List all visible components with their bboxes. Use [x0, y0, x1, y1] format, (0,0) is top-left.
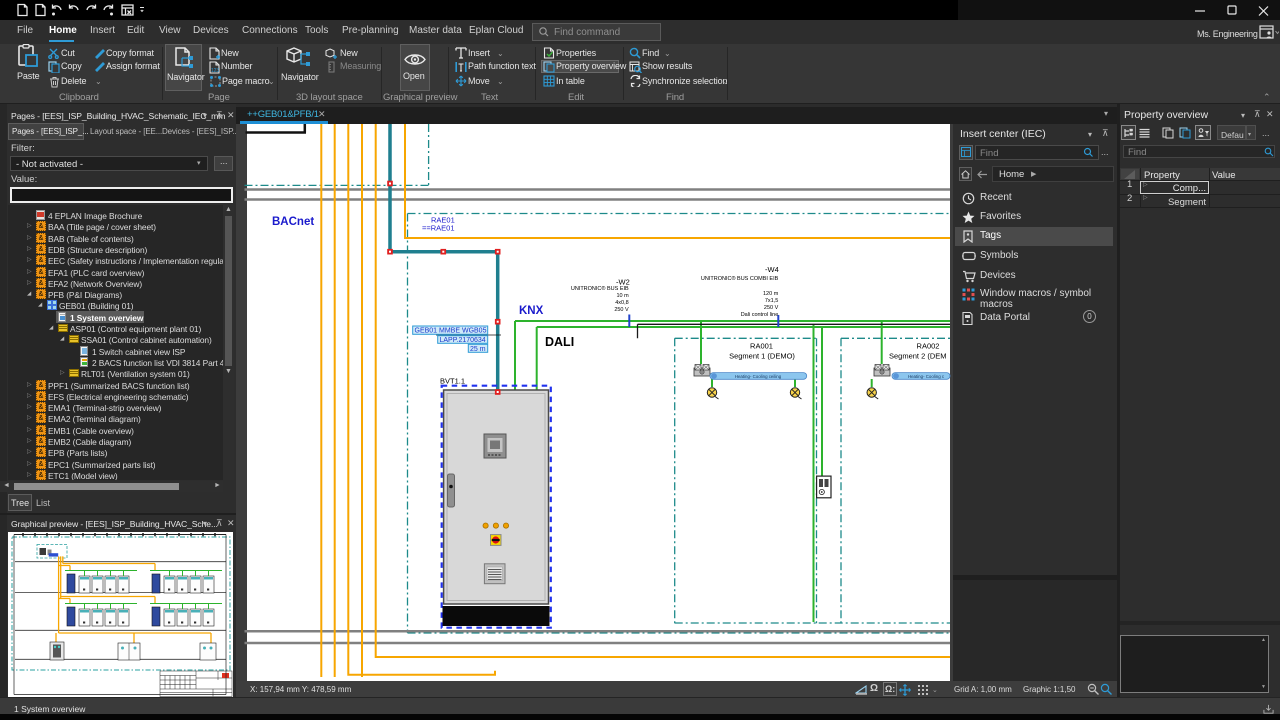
svg-text:Dali control line: Dali control line	[741, 312, 779, 318]
svg-text:UNITRONIC® BUS EIB: UNITRONIC® BUS EIB	[571, 285, 629, 292]
svg-text:Segment 2 (DEM: Segment 2 (DEM	[889, 352, 947, 361]
svg-text:KNX: KNX	[519, 305, 544, 317]
svg-text:LAPP.2170634: LAPP.2170634	[440, 337, 486, 344]
svg-text:RA002: RA002	[917, 342, 940, 351]
svg-text:Heating- Cooling c: Heating- Cooling c	[908, 374, 945, 379]
svg-text:10 m: 10 m	[616, 293, 629, 299]
svg-text:120 m: 120 m	[763, 291, 779, 297]
svg-text:7x1,5: 7x1,5	[765, 298, 778, 304]
svg-text:BVT1.1: BVT1.1	[440, 377, 465, 386]
svg-text:25 m: 25 m	[470, 346, 486, 353]
svg-text:250 V: 250 V	[764, 305, 779, 311]
svg-text:RA001: RA001	[750, 342, 773, 351]
svg-text:Segment 1 (DEMO): Segment 1 (DEMO)	[729, 352, 795, 361]
svg-text:GEB01 MMBE WGB05: GEB01 MMBE WGB05	[415, 328, 487, 335]
svg-text:Heating- Cooling ceiling: Heating- Cooling ceiling	[735, 374, 782, 379]
svg-text:DALI: DALI	[545, 335, 574, 349]
svg-text:4x0,8: 4x0,8	[615, 300, 628, 306]
svg-text:123: 123	[211, 68, 219, 74]
svg-text:BACnet: BACnet	[272, 216, 314, 228]
svg-text:250 V: 250 V	[614, 307, 629, 313]
svg-text:-W4: -W4	[765, 265, 779, 274]
svg-text:==RAE01: ==RAE01	[422, 224, 455, 233]
svg-text:UNITRONIC® BUS COMBI EIB: UNITRONIC® BUS COMBI EIB	[701, 275, 779, 282]
